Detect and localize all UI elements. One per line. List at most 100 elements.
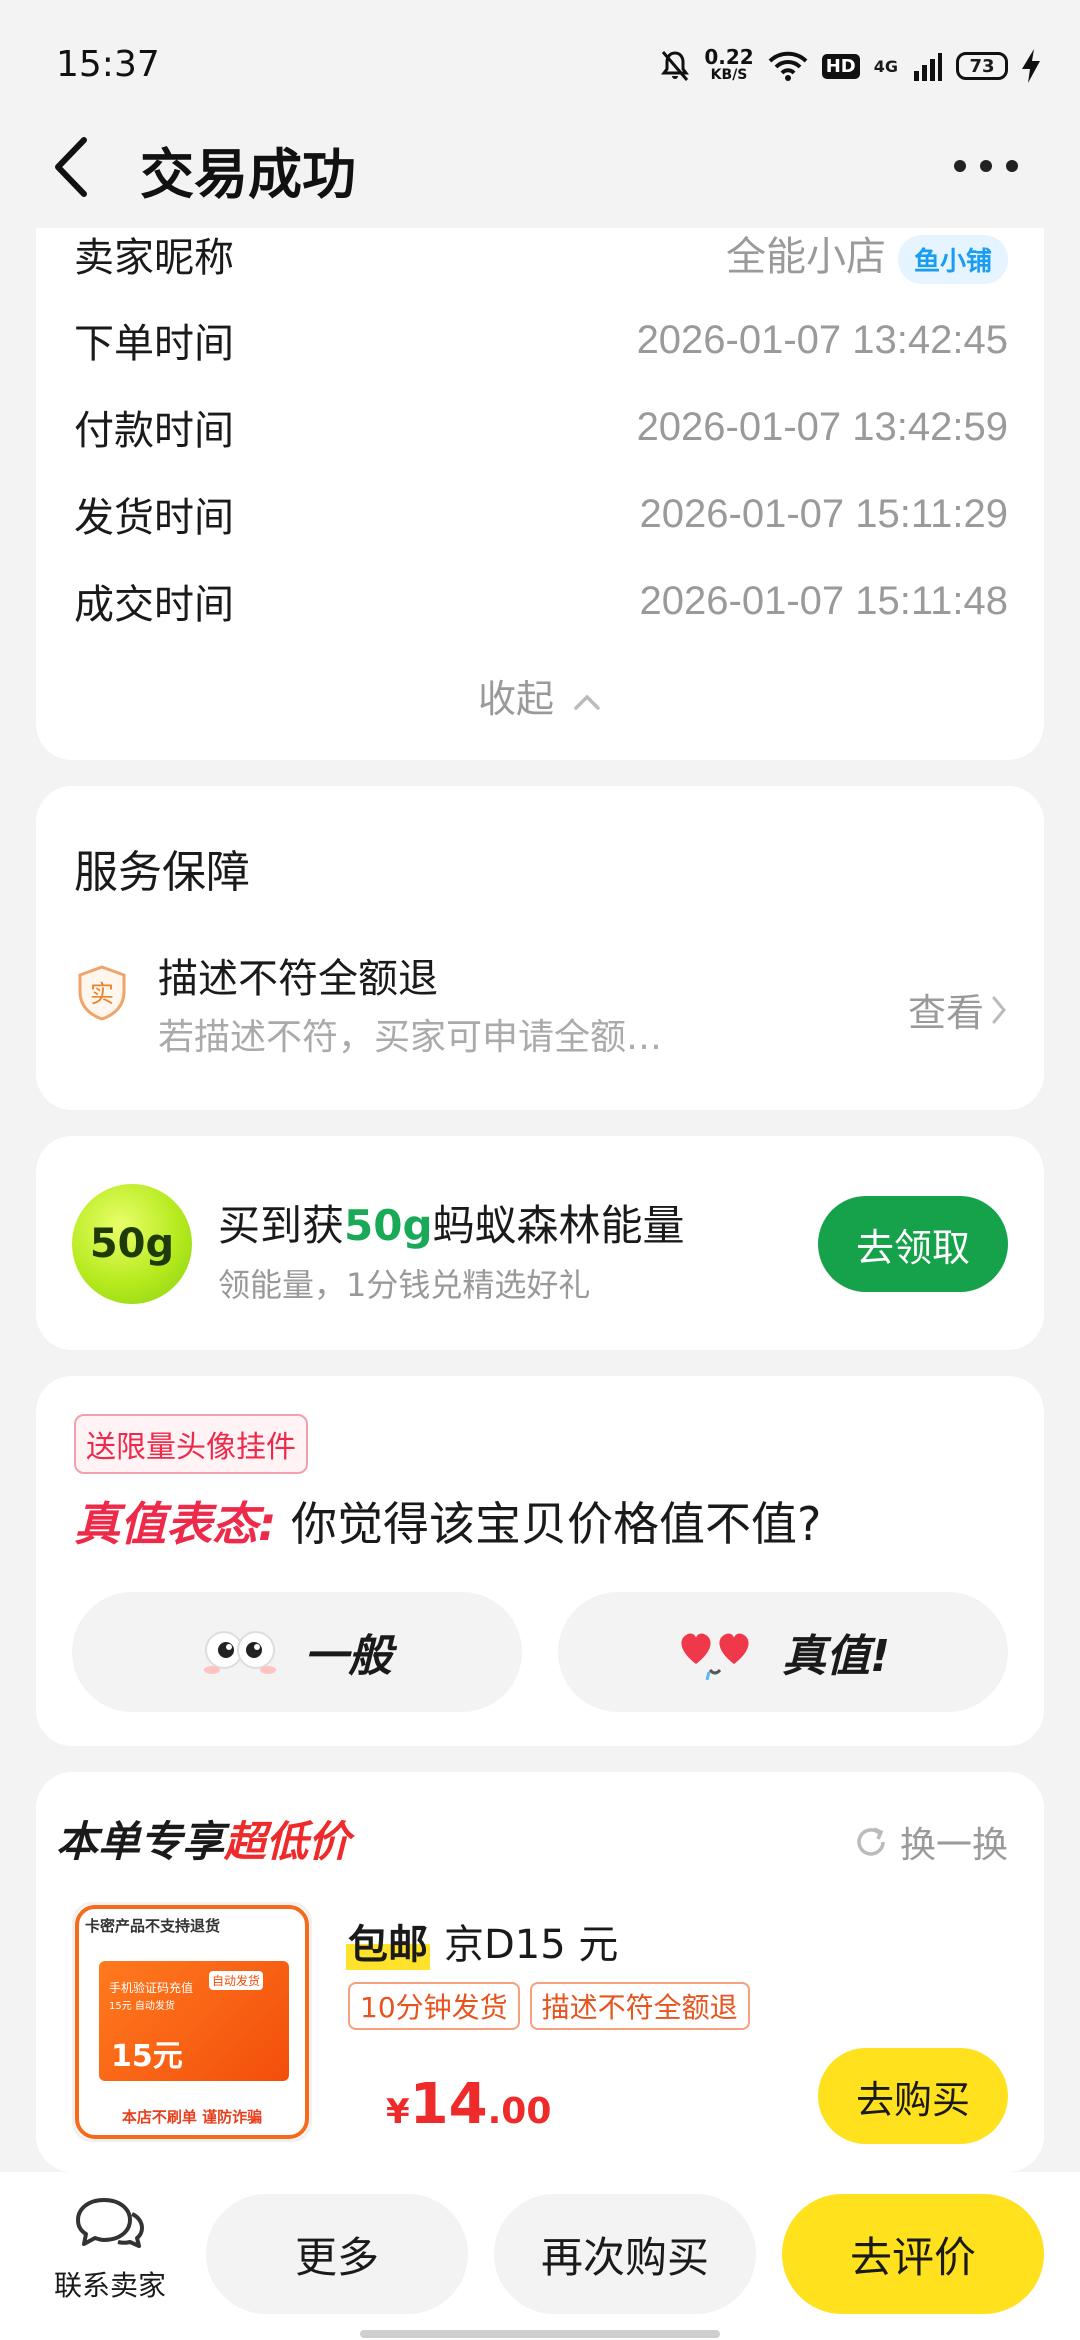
product-name: 京D15 元: [444, 1922, 619, 1968]
heart-eyes-icon: [681, 1633, 749, 1680]
hd-badge: HD: [821, 53, 860, 79]
chevron-up-icon: [574, 694, 600, 710]
price-currency: ¥: [386, 2092, 410, 2132]
chevron-right-icon: [992, 996, 1006, 1023]
seller-value[interactable]: 全能小店 鱼小铺: [726, 224, 1008, 284]
payment-time-label: 付款时间: [74, 408, 234, 454]
charging-icon: [1022, 49, 1040, 83]
buy-again-button[interactable]: 再次购买: [494, 2194, 756, 2314]
product-image[interactable]: 卡密产品不支持退货 手机验证码充值 15元 自动发货 自动发货 15元 本店不刷…: [72, 1902, 312, 2142]
energy-subtitle: 领能量，1分钱兑精选好礼: [218, 1266, 591, 1304]
vote-question: 真值表态: 你觉得该宝贝价格值不值?: [74, 1488, 821, 1554]
chat-icon: [76, 2198, 144, 2248]
more-dot: [980, 160, 992, 172]
price-decimal: .00: [487, 2091, 552, 2132]
tag-full-refund: 描述不符全额退: [529, 1982, 750, 2030]
vote-question-highlight: 真值表态:: [74, 1497, 277, 1551]
energy-amount: 50g: [344, 1201, 433, 1250]
vote-average-label: 一般: [304, 1631, 392, 1682]
ship-time-row: 发货时间 2026-01-07 15:11:29: [74, 484, 1008, 544]
service-item-desc: 若描述不符，买家可申请全额…: [158, 1017, 663, 1058]
buy-button[interactable]: 去购买: [818, 2048, 1008, 2144]
shield-icon: 实: [78, 965, 126, 1021]
shield-char: 实: [90, 980, 114, 1008]
view-service-button[interactable]: 查看: [908, 982, 1008, 1037]
page-title: 交易成功: [140, 143, 356, 206]
ship-time-label: 发货时间: [74, 495, 234, 541]
payment-time-row: 付款时间 2026-01-07 13:42:59: [74, 397, 1008, 457]
seller-name: 全能小店: [725, 235, 886, 280]
auto-delivery-label: 自动发货: [209, 1971, 264, 1990]
swap-label: 换一换: [899, 1825, 1008, 1866]
order-time-row: 下单时间 2026-01-07 13:42:45: [74, 310, 1008, 370]
contact-seller-label: 联系卖家: [53, 2269, 166, 2302]
claim-energy-button[interactable]: 去领取: [818, 1196, 1008, 1292]
order-info-card: 卖家昵称 全能小店 鱼小铺 下单时间 2026-01-07 13:42:45 付款…: [36, 228, 1044, 760]
more-dots-icon: [954, 160, 966, 172]
chevron-left-icon: [55, 137, 87, 197]
service-title: 服务保障: [74, 847, 250, 898]
collapse-label: 收起: [477, 677, 554, 721]
signal-icon: [914, 53, 942, 81]
status-time: 15:37: [56, 44, 160, 85]
order-time-value: 2026-01-07 13:42:45: [636, 317, 1008, 362]
seller-label: 卖家昵称: [74, 235, 234, 281]
price-integer: 14: [409, 2072, 488, 2137]
ant-forest-energy-card: 50g 买到获50g蚂蚁森林能量 领能量，1分钱兑精选好礼 去领取: [36, 1136, 1044, 1350]
deal-heading: 本单专享超低价: [56, 1808, 350, 1869]
product-title[interactable]: 包邮 京D15 元: [346, 1912, 618, 1970]
energy-title-suffix: 蚂蚁森林能量: [432, 1201, 685, 1250]
gift-tag: 送限量头像挂件: [74, 1414, 308, 1474]
free-shipping-label: 包邮: [346, 1912, 430, 1970]
vote-worth-label: 真值!: [781, 1631, 891, 1682]
swap-button[interactable]: 换一换: [852, 1816, 1008, 1868]
collapse-button[interactable]: 收起: [36, 668, 1044, 723]
recharge-card-line1: 手机验证码充值: [109, 1981, 194, 1995]
recharge-amount: 15元: [111, 2039, 183, 2074]
more-button[interactable]: 更多: [206, 2194, 468, 2314]
vote-question-text: 你觉得该宝贝价格值不值?: [276, 1497, 822, 1551]
recharge-card-graphic: 手机验证码充值 15元 自动发货 自动发货 15元: [99, 1961, 289, 2081]
ship-time-value: 2026-01-07 15:11:29: [639, 491, 1008, 536]
refresh-icon: [857, 1827, 885, 1856]
page-header: 交易成功: [0, 110, 1080, 230]
tag-fast-delivery: 10分钟发货: [348, 1982, 520, 2030]
service-guarantee-card: 服务保障 实 描述不符全额退 若描述不符，买家可申请全额… 查看: [36, 786, 1044, 1110]
more-options-button[interactable]: [936, 146, 1036, 186]
deal-heading-highlight: 超低价: [224, 1817, 351, 1866]
net-speed: 0.22 KB/S: [704, 47, 753, 84]
energy-title-prefix: 买到获: [218, 1201, 345, 1250]
payment-time-value: 2026-01-07 13:42:59: [636, 404, 1008, 449]
product-image-top-text: 卡密产品不支持退货: [85, 1917, 221, 1935]
back-button[interactable]: [50, 132, 110, 202]
battery-icon: 73: [956, 52, 1008, 80]
deal-time-value: 2026-01-07 15:11:48: [639, 578, 1008, 623]
recharge-card-line2: 15元 自动发货: [109, 2001, 175, 2012]
network-type: 4G: [873, 56, 898, 76]
deal-heading-prefix: 本单专享: [56, 1817, 225, 1866]
product-price: ¥14.00: [386, 2072, 551, 2137]
price-vote-card: 送限量头像挂件 真值表态: 你觉得该宝贝价格值不值? 一般 真值!: [36, 1376, 1044, 1746]
product-image-footer: 本店不刷单 谨防诈骗: [121, 2108, 263, 2126]
product-tags: 10分钟发货 描述不符全额退: [348, 1982, 750, 2030]
status-icons: 0.22 KB/S HD 4G 73: [660, 46, 1040, 86]
shop-badge: 鱼小铺: [897, 234, 1008, 284]
service-item-title: 描述不符全额退: [158, 956, 438, 1002]
more-dot: [1006, 160, 1018, 172]
wifi-icon: [768, 51, 808, 81]
write-review-button[interactable]: 去评价: [782, 2194, 1044, 2314]
seller-row: 卖家昵称 全能小店 鱼小铺: [74, 224, 1008, 284]
energy-ball-icon: 50g: [72, 1184, 192, 1304]
exclusive-deal-card: 本单专享超低价 换一换 卡密产品不支持退货 手机验证码充值 15元 自动发货 自…: [36, 1772, 1044, 2172]
view-label: 查看: [907, 991, 984, 1035]
energy-title: 买到获50g蚂蚁森林能量: [218, 1192, 685, 1253]
home-indicator[interactable]: [360, 2330, 720, 2338]
net-speed-unit: KB/S: [710, 67, 748, 83]
contact-seller-button[interactable]: 联系卖家: [40, 2194, 180, 2304]
vote-average-button[interactable]: 一般: [72, 1592, 522, 1712]
deal-time-label: 成交时间: [74, 582, 234, 628]
vote-worth-button[interactable]: 真值!: [558, 1592, 1008, 1712]
order-time-label: 下单时间: [74, 321, 234, 367]
deal-time-row: 成交时间 2026-01-07 15:11:48: [74, 571, 1008, 631]
wide-eyes-emoji-icon: [204, 1631, 276, 1674]
